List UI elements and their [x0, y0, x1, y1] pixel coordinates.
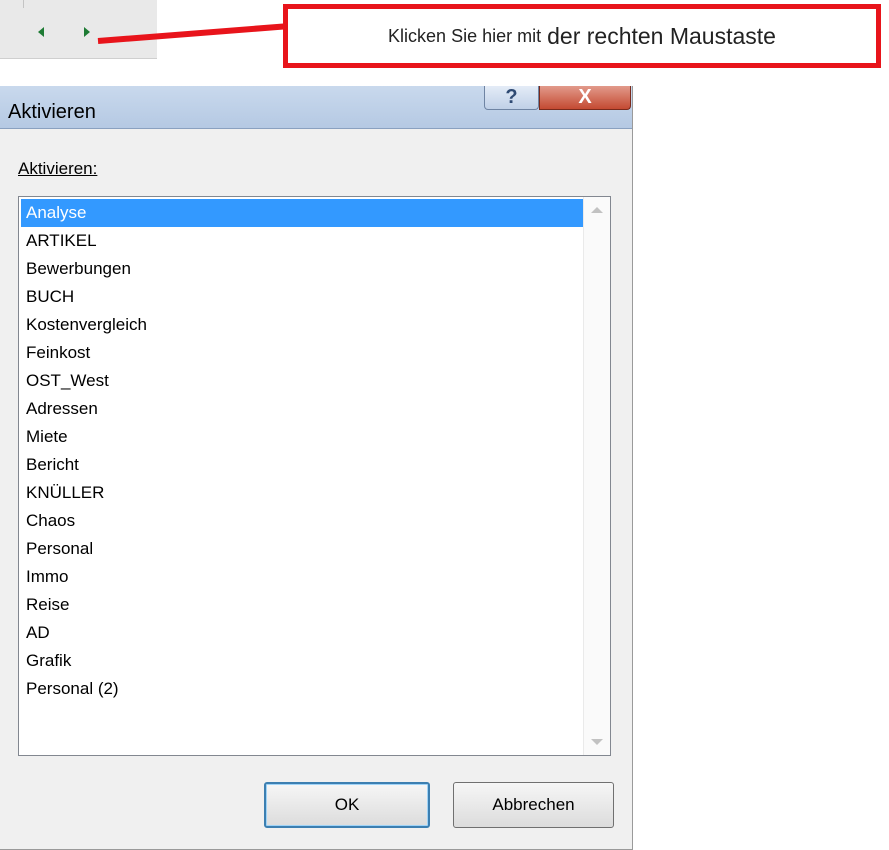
callout-text-small: Klicken Sie hier mit — [388, 25, 542, 46]
sheet-list: Analyse ARTIKEL Bewerbungen BUCH Kostenvergl… — [21, 199, 583, 703]
list-item[interactable]: Personal (2) — [21, 675, 583, 703]
next-sheet-button[interactable] — [82, 26, 92, 38]
triangle-left-icon — [38, 27, 44, 37]
activate-dialog: Aktivieren ? X Aktivieren: Analyse ARTIKE… — [0, 86, 633, 850]
cancel-button-label: Abbrechen — [492, 795, 575, 814]
dialog-titlebar: Aktivieren ? X — [0, 86, 632, 129]
vertical-scrollbar[interactable] — [583, 197, 610, 755]
list-item[interactable]: Immo — [21, 563, 583, 591]
sheet-navigation-bar — [0, 0, 157, 59]
triangle-right-icon — [84, 27, 90, 37]
list-item[interactable]: KNÜLLER — [21, 479, 583, 507]
divider — [23, 0, 24, 8]
scroll-up-arrow-icon[interactable] — [591, 207, 603, 213]
list-item[interactable]: Adressen — [21, 395, 583, 423]
list-item[interactable]: Grafik — [21, 647, 583, 675]
list-item[interactable]: Reise — [21, 591, 583, 619]
dialog-body: Aktivieren: Analyse ARTIKEL Bewerbungen BUC… — [6, 129, 626, 843]
list-label: Aktivieren: — [18, 159, 97, 179]
list-item[interactable]: OST_West — [21, 367, 583, 395]
list-item[interactable]: Chaos — [21, 507, 583, 535]
ok-button[interactable]: OK — [264, 782, 430, 828]
close-icon: X — [578, 86, 592, 108]
previous-sheet-button[interactable] — [36, 26, 46, 38]
dialog-title: Aktivieren — [8, 101, 96, 123]
list-item[interactable]: Feinkost — [21, 339, 583, 367]
help-icon: ? — [505, 86, 518, 108]
close-button[interactable]: X — [539, 86, 631, 110]
help-button[interactable]: ? — [484, 86, 539, 110]
list-label-text: Aktivieren: — [18, 159, 98, 178]
list-item[interactable]: Analyse — [21, 199, 583, 227]
ok-button-label: OK — [334, 795, 360, 814]
list-item[interactable]: Bericht — [21, 451, 583, 479]
scroll-down-arrow-icon[interactable] — [591, 739, 603, 745]
sheet-listbox[interactable]: Analyse ARTIKEL Bewerbungen BUCH Kostenvergl… — [18, 196, 611, 756]
list-item[interactable]: Miete — [21, 423, 583, 451]
list-item[interactable]: Kostenvergleich — [21, 311, 583, 339]
list-item[interactable]: Bewerbungen — [21, 255, 583, 283]
instruction-callout: Klicken Sie hier mit der rechten Maustas… — [283, 4, 881, 68]
cancel-button[interactable]: Abbrechen — [453, 782, 614, 828]
callout-text-large: der rechten Maustaste — [547, 22, 776, 49]
list-item[interactable]: ARTIKEL — [21, 227, 583, 255]
list-item[interactable]: AD — [21, 619, 583, 647]
list-item[interactable]: BUCH — [21, 283, 583, 311]
list-item[interactable]: Personal — [21, 535, 583, 563]
